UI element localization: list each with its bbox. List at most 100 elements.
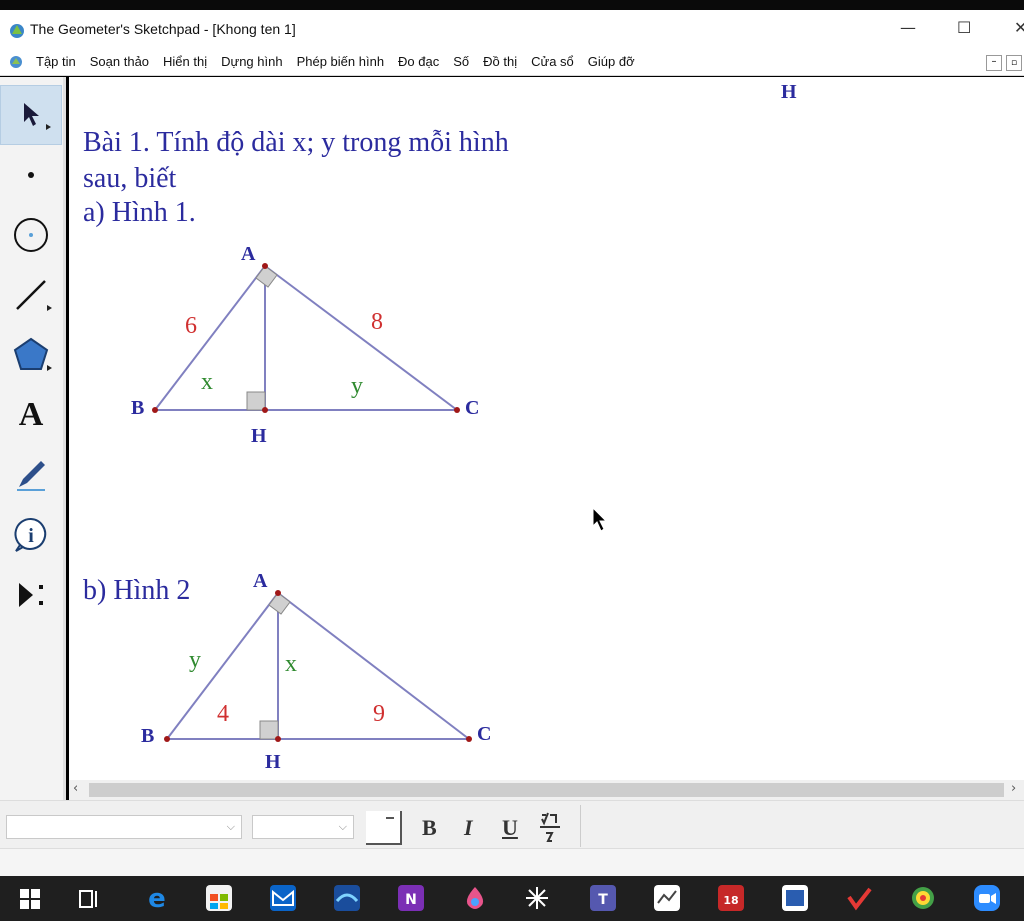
text-icon: A xyxy=(18,396,44,433)
right-angle-mark-h-2 xyxy=(259,720,279,740)
task-view-icon[interactable] xyxy=(78,888,102,910)
svg-text:i: i xyxy=(28,525,34,547)
window-title: The Geometer's Sketchpad - [Khong ten 1] xyxy=(30,21,296,37)
menu-construct[interactable]: Dựng hình xyxy=(221,54,282,69)
compass-icon xyxy=(14,218,48,252)
sketchpad-app-icon xyxy=(10,24,24,38)
horizontal-scrollbar[interactable]: ‹ › xyxy=(69,780,1024,800)
mail-icon[interactable] xyxy=(270,885,296,911)
maximize-button[interactable]: ☐ xyxy=(957,18,971,37)
point-c-2[interactable] xyxy=(466,736,472,742)
menu-edit[interactable]: Soạn thảo xyxy=(90,54,149,69)
menu-transform[interactable]: Phép biến hình xyxy=(297,54,384,69)
windows-start-icon[interactable] xyxy=(20,889,40,909)
text-palette: ⌵ ⌵ B I U xyxy=(0,800,1024,848)
text-tool[interactable]: A xyxy=(0,385,62,445)
scroll-left-arrow-icon[interactable]: ‹ xyxy=(73,781,78,796)
document-minimize-button[interactable]: – xyxy=(986,55,1002,71)
font-family-select[interactable]: ⌵ xyxy=(6,815,242,839)
right-angle-mark-a-2 xyxy=(268,592,291,615)
menu-bar: Tập tin Soạn thảo Hiển thị Dựng hình Phé… xyxy=(0,48,1024,76)
length-hc-2: 9 xyxy=(373,701,385,727)
vertex-label-b-1: B xyxy=(131,397,145,419)
unknown-x-1: x xyxy=(201,369,213,395)
polygon-icon xyxy=(13,337,49,370)
mouse-cursor-icon xyxy=(592,507,608,532)
menu-display[interactable]: Hiển thị xyxy=(163,54,207,69)
menu-file[interactable]: Tập tin xyxy=(36,54,76,69)
arrow-tool[interactable] xyxy=(0,85,62,145)
menu-graph[interactable]: Đồ thị xyxy=(483,54,517,69)
point-c-1[interactable] xyxy=(454,407,460,413)
toolbox: A i xyxy=(0,77,66,800)
zoom-icon[interactable] xyxy=(974,885,1000,911)
point-icon xyxy=(28,172,34,178)
vertex-label-h-1: H xyxy=(251,425,267,447)
point-a-1[interactable] xyxy=(262,263,268,269)
close-button[interactable]: ✕ xyxy=(1014,18,1024,37)
checkmark-app-icon[interactable] xyxy=(846,885,872,911)
arrow-icon xyxy=(24,103,39,126)
menu-window[interactable]: Cửa sổ xyxy=(531,54,574,69)
text-color-button[interactable] xyxy=(366,811,402,845)
screen-recorder-icon[interactable] xyxy=(782,885,808,911)
polygon-tool[interactable] xyxy=(0,325,62,385)
svg-text:T: T xyxy=(598,892,608,908)
title-bar: The Geometer's Sketchpad - [Khong ten 1]… xyxy=(0,10,1024,48)
document-restore-button[interactable]: ▫ xyxy=(1006,55,1022,71)
compass-tool[interactable] xyxy=(0,205,62,265)
length-ab-1: 6 xyxy=(185,313,197,339)
font-size-select[interactable]: ⌵ xyxy=(252,815,354,839)
outlook-icon[interactable] xyxy=(334,885,360,911)
minimize-button[interactable]: — xyxy=(900,18,916,37)
vertex-label-a-1: A xyxy=(241,243,256,265)
unknown-x-2: x xyxy=(285,651,297,677)
menu-measure[interactable]: Đo đạc xyxy=(398,54,439,69)
snipping-icon[interactable] xyxy=(524,885,550,911)
svg-text:18: 18 xyxy=(723,894,738,907)
vertex-label-h-2: H xyxy=(265,751,281,773)
custom-tool[interactable] xyxy=(0,565,62,625)
edge-icon[interactable]: e xyxy=(144,884,170,914)
store-icon[interactable] xyxy=(206,885,232,911)
vertex-label-b-2: B xyxy=(141,725,155,747)
information-icon: i xyxy=(14,517,47,552)
italic-button[interactable]: I xyxy=(464,815,473,841)
unknown-y-2: y xyxy=(189,647,201,673)
bold-button[interactable]: B xyxy=(422,815,437,841)
paint-icon[interactable] xyxy=(462,885,488,911)
figure-1[interactable] xyxy=(152,263,460,413)
point-h-2[interactable] xyxy=(275,736,281,742)
scroll-right-arrow-icon[interactable]: › xyxy=(1011,781,1016,796)
point-b-2[interactable] xyxy=(164,736,170,742)
point-a-2[interactable] xyxy=(275,590,281,596)
point-h-1[interactable] xyxy=(262,407,268,413)
sketch-canvas[interactable]: H Bài 1. Tính độ dài x; y trong mỗi hình… xyxy=(69,77,1024,780)
document-icon[interactable] xyxy=(8,54,24,70)
point-tool[interactable] xyxy=(0,145,62,205)
underline-button[interactable]: U xyxy=(502,815,518,841)
figure-2[interactable] xyxy=(164,590,472,742)
svg-text:e: e xyxy=(148,885,166,911)
menu-help[interactable]: Giúp đỡ xyxy=(588,54,635,69)
svg-text:N: N xyxy=(405,892,417,908)
information-tool[interactable]: i xyxy=(0,505,62,565)
colorful-app-icon[interactable] xyxy=(910,885,936,911)
vertex-label-a-2: A xyxy=(253,570,268,592)
teams-icon[interactable]: T xyxy=(590,885,616,911)
marker-tool[interactable] xyxy=(0,445,62,505)
palette-divider xyxy=(580,805,581,847)
math-format-icon[interactable] xyxy=(534,811,566,845)
whiteboard-icon[interactable] xyxy=(654,885,680,911)
status-bar xyxy=(0,848,1024,876)
calendar-icon[interactable]: 18 xyxy=(718,885,744,911)
unknown-y-1: y xyxy=(351,373,363,399)
chevron-down-icon: ⌵ xyxy=(338,820,347,833)
custom-tool-icon xyxy=(19,583,43,607)
menu-number[interactable]: Số xyxy=(453,54,469,69)
straightedge-tool[interactable] xyxy=(0,265,62,325)
scrollbar-thumb[interactable] xyxy=(89,783,1004,797)
right-angle-mark-h-1 xyxy=(246,391,266,411)
onenote-icon[interactable]: N xyxy=(398,885,424,911)
point-b-1[interactable] xyxy=(152,407,158,413)
